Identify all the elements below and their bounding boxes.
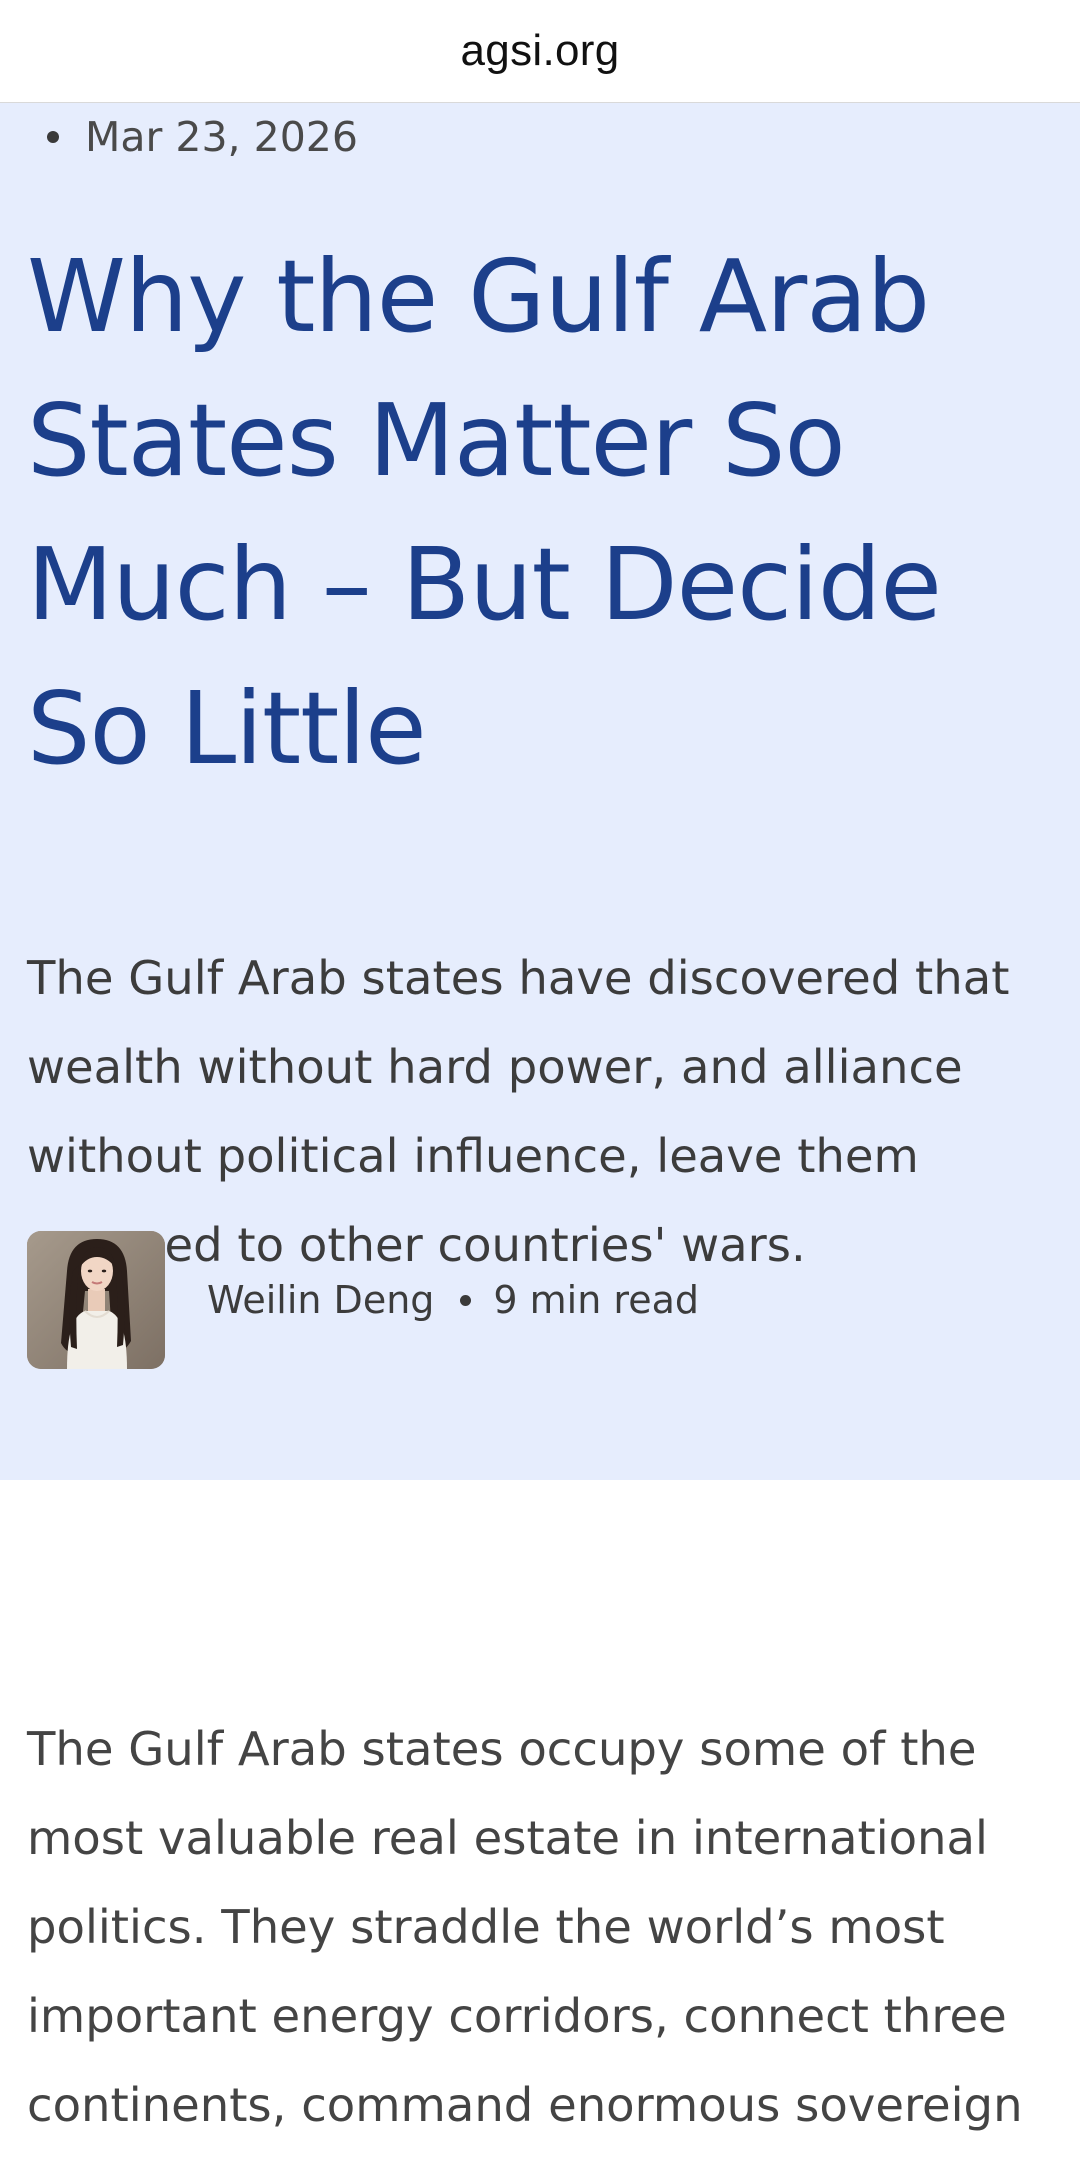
article-date: Mar 23, 2026 [85,113,358,161]
author-meta: Weilin Deng 9 min read [207,1278,699,1322]
article-headline: Why the Gulf Arab States Matter So Much … [27,238,942,787]
bullet-icon [460,1294,472,1306]
article-body-paragraph: The Gulf Arab states occupy some of the … [27,1722,1023,2132]
author-name[interactable]: Weilin Deng [207,1278,434,1322]
url-text[interactable]: agsi.org [461,26,620,76]
article-hero: Mar 23, 2026 Why the Gulf Arab States Ma… [0,103,1080,1480]
article-date-row: Mar 23, 2026 [47,107,358,167]
author-portrait-icon [27,1231,165,1369]
browser-address-bar[interactable]: agsi.org [0,0,1080,103]
author-avatar[interactable] [27,1231,165,1369]
read-time: 9 min read [493,1278,699,1322]
bullet-icon [47,131,59,143]
article-byline: Weilin Deng 9 min read [27,1231,699,1369]
